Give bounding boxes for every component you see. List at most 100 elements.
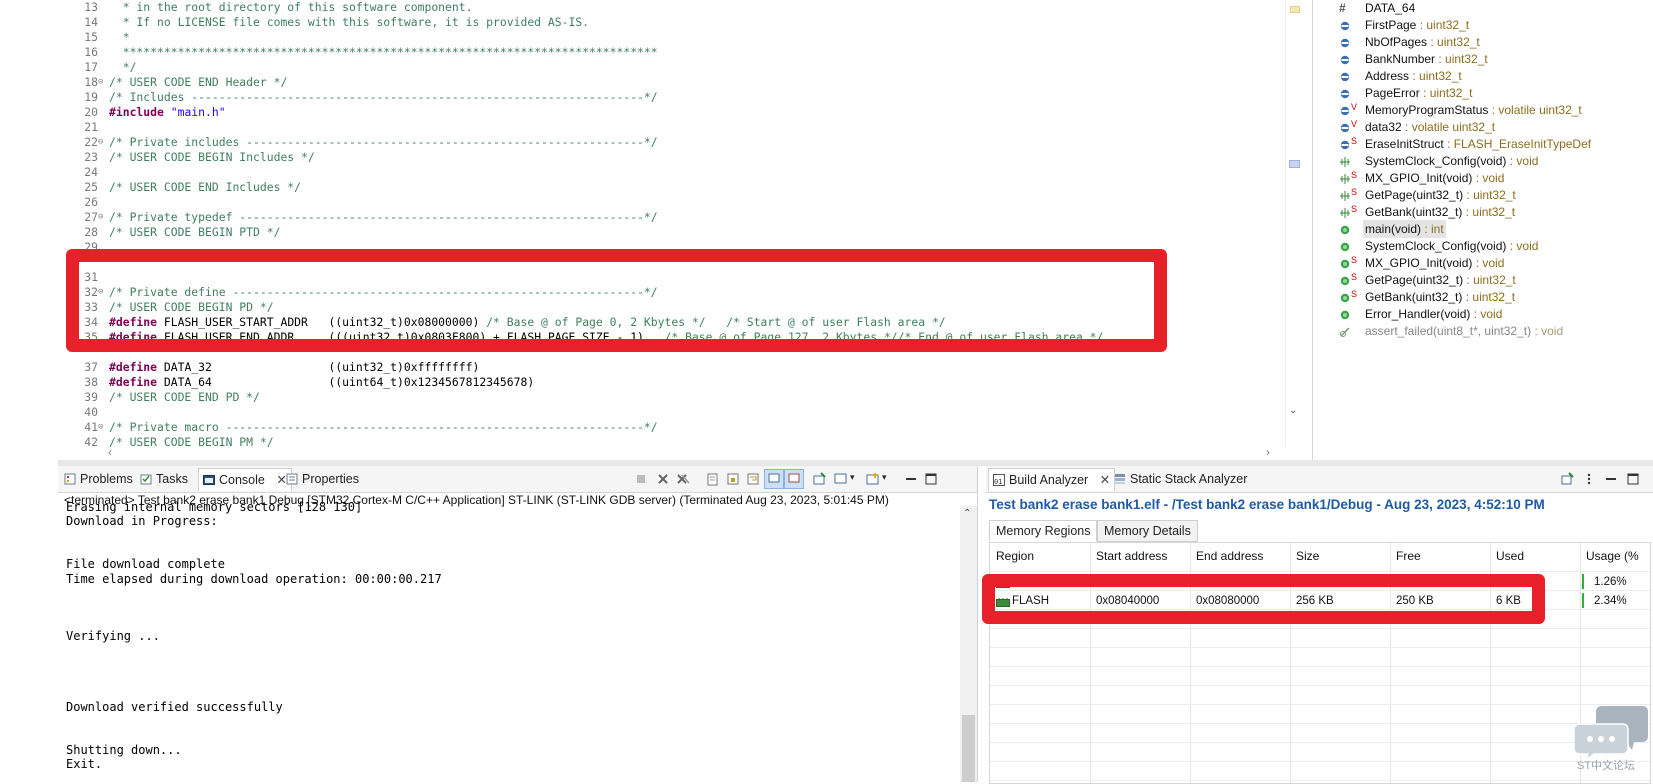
- tab-memory-regions[interactable]: Memory Regions: [989, 520, 1098, 542]
- maximize-icon[interactable]: [1626, 472, 1640, 486]
- column-header[interactable]: Free: [1396, 549, 1421, 563]
- outline-item[interactable]: S MX_GPIO_Init(void) : void: [1313, 169, 1643, 187]
- console-scroll-thumb[interactable]: [962, 715, 975, 782]
- console-line: Verifying ...: [66, 628, 160, 643]
- refresh-icon[interactable]: [1560, 472, 1574, 486]
- outline-item-label: SystemClock_Config(void) : void: [1365, 237, 1538, 255]
- console-line: Shutting down...: [66, 743, 182, 758]
- console-panel: Problems Tasks Console ✕ Properties ▾ ▾ …: [58, 466, 978, 782]
- code-editor[interactable]: 13 * in the root directory of this softw…: [58, 0, 1280, 462]
- outline-item[interactable]: S GetBank(uint32_t) : uint32_t: [1313, 288, 1643, 306]
- field-icon: [1339, 104, 1351, 116]
- remove-all-terminated-icon[interactable]: [676, 472, 690, 486]
- terminate-icon[interactable]: [634, 472, 648, 486]
- column-header[interactable]: End address: [1196, 549, 1263, 563]
- fold-toggle-icon[interactable]: ⊖: [98, 420, 108, 435]
- outline-item[interactable]: PageError : uint32_t: [1313, 84, 1643, 102]
- tab-build-analyzer[interactable]: 01 Build Analyzer ✕: [988, 468, 1116, 491]
- chevron-left-icon[interactable]: ‹: [108, 445, 112, 459]
- outline-item[interactable]: S GetPage(uint32_t) : uint32_t: [1313, 271, 1643, 289]
- close-icon[interactable]: ✕: [1100, 473, 1110, 487]
- column-header[interactable]: Start address: [1096, 549, 1167, 563]
- remove-launch-icon[interactable]: [656, 472, 670, 486]
- code-token: /* USER CODE BEGIN Includes */: [109, 150, 315, 164]
- show-stderr-icon[interactable]: [784, 469, 804, 489]
- tab-properties[interactable]: Properties: [286, 470, 359, 488]
- chevron-down-icon[interactable]: ⌄: [1289, 405, 1297, 416]
- column-header[interactable]: Usage (%: [1586, 549, 1639, 563]
- outline-view[interactable]: # DATA_64 FirstPage : uint32_t NbOfPages : …: [1312, 0, 1653, 460]
- field-icon: [1339, 53, 1351, 65]
- watermark-text: ST中文论坛: [1577, 760, 1636, 772]
- outline-item[interactable]: V MemoryProgramStatus : volatile uint32_t: [1313, 101, 1643, 119]
- outline-item-label: FirstPage : uint32_t: [1365, 16, 1469, 34]
- properties-icon: [286, 472, 298, 485]
- func-icon: [1339, 240, 1351, 252]
- code-text: #define DATA_64 ((uint64_t)0x12345678123…: [109, 375, 534, 390]
- tab-static-stack-analyzer[interactable]: Static Stack Analyzer: [1114, 470, 1247, 488]
- chevron-right-icon[interactable]: ›: [1266, 445, 1270, 459]
- code-token: /* USER CODE END PD */: [109, 390, 260, 404]
- code-text: */: [109, 60, 137, 75]
- console-output[interactable]: Erasing internal memory sectors [128 130…: [58, 500, 958, 782]
- view-menu-icon[interactable]: [1582, 472, 1596, 486]
- outline-item[interactable]: SystemClock_Config(void) : void: [1313, 152, 1643, 170]
- outline-item[interactable]: S GetPage(uint32_t) : uint32_t: [1313, 186, 1643, 204]
- minimize-icon[interactable]: [1604, 472, 1618, 486]
- symbol-name: MX_GPIO_Init(void): [1365, 171, 1473, 185]
- chevron-down-icon[interactable]: ▾: [882, 472, 896, 486]
- tab-problems[interactable]: Problems: [64, 470, 133, 488]
- open-console-icon[interactable]: [866, 472, 880, 486]
- outline-item-label: SystemClock_Config(void) : void: [1365, 152, 1538, 170]
- code-token: /* Includes ----------------------------…: [109, 90, 658, 104]
- outline-item[interactable]: S MX_GPIO_Init(void) : void: [1313, 254, 1643, 272]
- console-line: Exit.: [66, 757, 103, 772]
- field-icon: [1339, 19, 1351, 31]
- problems-icon: [64, 472, 76, 485]
- outline-item[interactable]: Vdata32 : volatile uint32_t: [1313, 118, 1643, 136]
- tab-label: Build Analyzer: [1009, 473, 1089, 487]
- outline-item-label: GetBank(uint32_t) : uint32_t: [1365, 288, 1515, 306]
- display-selected-console-icon[interactable]: [834, 472, 848, 486]
- console-line: Download verified successfully: [66, 700, 283, 715]
- minimize-icon[interactable]: [904, 472, 918, 486]
- chevron-down-icon[interactable]: ▾: [850, 472, 864, 486]
- clear-console-icon[interactable]: [706, 472, 720, 486]
- highlight-box-flash-row: [982, 574, 1545, 624]
- tab-memory-details[interactable]: Memory Details: [1097, 520, 1198, 542]
- outline-item[interactable]: Error_Handler(void) : void: [1313, 305, 1643, 323]
- outline-item[interactable]: # DATA_64: [1313, 0, 1643, 17]
- maximize-icon[interactable]: [924, 472, 938, 486]
- outline-item[interactable]: NbOfPages : uint32_t: [1313, 33, 1643, 51]
- outline-item[interactable]: main(void) : int: [1313, 220, 1643, 238]
- outline-item[interactable]: BankNumber : uint32_t: [1313, 50, 1643, 68]
- word-wrap-icon[interactable]: [746, 472, 760, 486]
- outline-item[interactable]: SystemClock_Config(void) : void: [1313, 237, 1643, 255]
- code-text: /* USER CODE END PD */: [109, 390, 260, 405]
- stack-analyzer-icon: [1114, 472, 1126, 484]
- show-stdout-icon[interactable]: [764, 469, 784, 489]
- column-header[interactable]: Size: [1296, 549, 1319, 563]
- tab-console[interactable]: Console ✕: [198, 468, 292, 491]
- tab-tasks[interactable]: Tasks: [140, 470, 188, 488]
- row-divider: [990, 723, 1650, 724]
- outline-item[interactable]: S GetBank(uint32_t) : uint32_t: [1313, 203, 1643, 221]
- fold-toggle-icon[interactable]: ⊖: [98, 75, 108, 90]
- outline-item[interactable]: S EraseInitStruct : FLASH_EraseInitTypeDe…: [1313, 135, 1643, 153]
- outline-item[interactable]: Address : uint32_t: [1313, 67, 1643, 85]
- symbol-type: : uint32_t: [1416, 18, 1470, 32]
- chevron-up-icon[interactable]: ⌃: [963, 508, 971, 519]
- column-header[interactable]: Used: [1496, 549, 1524, 563]
- column-header[interactable]: Region: [996, 549, 1034, 563]
- fold-toggle-icon[interactable]: ⊖: [98, 210, 108, 225]
- code-text: #include "main.h": [109, 105, 226, 120]
- fold-toggle-icon[interactable]: ⊖: [98, 135, 108, 150]
- editor-vertical-scrollbar[interactable]: ⌄: [1285, 0, 1303, 447]
- symbol-type: : FLASH_EraseInitTypeDef: [1443, 137, 1592, 151]
- scroll-lock-icon[interactable]: [726, 472, 740, 486]
- code-text: #define DATA_32 ((uint32_t)0xffffffff): [109, 360, 479, 375]
- pin-console-icon[interactable]: [812, 472, 826, 486]
- outline-item[interactable]: assert_failed(uint8_t*, uint32_t) : void: [1313, 322, 1643, 340]
- code-token: /* USER CODE END Includes */: [109, 180, 302, 194]
- outline-item[interactable]: FirstPage : uint32_t: [1313, 16, 1643, 34]
